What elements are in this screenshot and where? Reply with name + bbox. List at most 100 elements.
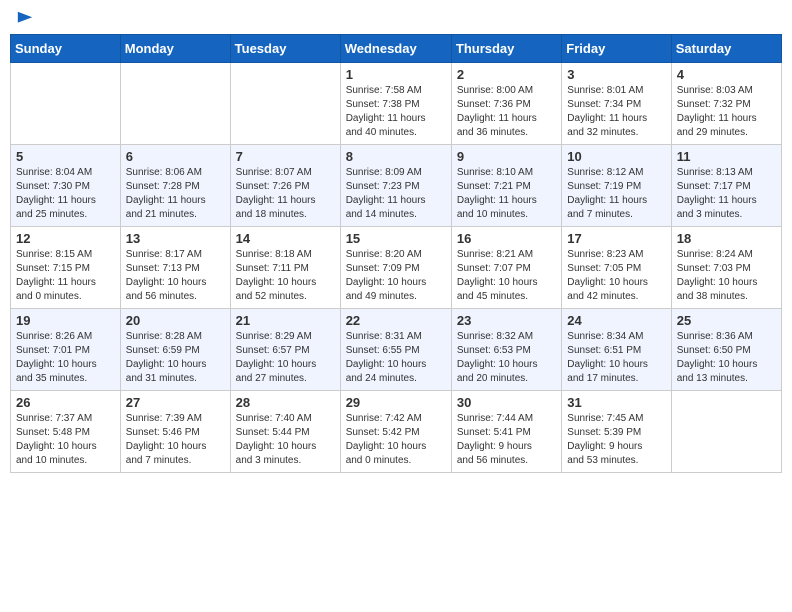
day-number: 18 bbox=[677, 231, 776, 246]
calendar-cell: 14 Sunrise: 8:18 AM Sunset: 7:11 PM Dayli… bbox=[230, 227, 340, 309]
day-number: 7 bbox=[236, 149, 335, 164]
calendar-cell: 23 Sunrise: 8:32 AM Sunset: 6:53 PM Dayli… bbox=[451, 309, 561, 391]
day-number: 28 bbox=[236, 395, 335, 410]
calendar-cell: 21 Sunrise: 8:29 AM Sunset: 6:57 PM Dayli… bbox=[230, 309, 340, 391]
calendar-cell: 9 Sunrise: 8:10 AM Sunset: 7:21 PM Daylig… bbox=[451, 145, 561, 227]
calendar-cell: 4 Sunrise: 8:03 AM Sunset: 7:32 PM Daylig… bbox=[671, 63, 781, 145]
day-number: 30 bbox=[457, 395, 556, 410]
logo bbox=[14, 10, 34, 26]
day-info: Sunrise: 7:39 AM Sunset: 5:46 PM Dayligh… bbox=[126, 412, 225, 468]
day-info: Sunrise: 7:58 AM Sunset: 7:38 PM Dayligh… bbox=[346, 84, 446, 140]
calendar-cell: 12 Sunrise: 8:15 AM Sunset: 7:15 PM Dayli… bbox=[11, 227, 121, 309]
day-info: Sunrise: 8:28 AM Sunset: 6:59 PM Dayligh… bbox=[126, 330, 225, 386]
day-number: 5 bbox=[16, 149, 115, 164]
calendar-cell: 26 Sunrise: 7:37 AM Sunset: 5:48 PM Dayli… bbox=[11, 391, 121, 473]
calendar-cell: 5 Sunrise: 8:04 AM Sunset: 7:30 PM Daylig… bbox=[11, 145, 121, 227]
day-info: Sunrise: 8:32 AM Sunset: 6:53 PM Dayligh… bbox=[457, 330, 556, 386]
calendar-cell: 28 Sunrise: 7:40 AM Sunset: 5:44 PM Dayli… bbox=[230, 391, 340, 473]
calendar-header-sunday: Sunday bbox=[11, 35, 121, 63]
day-info: Sunrise: 7:45 AM Sunset: 5:39 PM Dayligh… bbox=[567, 412, 665, 468]
calendar-cell: 29Sunrise: 7:42 AM Sunset: 5:42 PM Dayli… bbox=[340, 391, 451, 473]
calendar-header-friday: Friday bbox=[562, 35, 671, 63]
day-number: 24 bbox=[567, 313, 665, 328]
page-header bbox=[10, 10, 782, 26]
day-number: 26 bbox=[16, 395, 115, 410]
calendar-cell bbox=[230, 63, 340, 145]
calendar-cell bbox=[11, 63, 121, 145]
calendar-cell: 6 Sunrise: 8:06 AM Sunset: 7:28 PM Daylig… bbox=[120, 145, 230, 227]
day-info: Sunrise: 7:37 AM Sunset: 5:48 PM Dayligh… bbox=[16, 412, 115, 468]
day-number: 31 bbox=[567, 395, 665, 410]
logo-flag-icon bbox=[16, 10, 34, 28]
day-info: Sunrise: 8:15 AM Sunset: 7:15 PM Dayligh… bbox=[16, 248, 115, 304]
day-number: 17 bbox=[567, 231, 665, 246]
day-info: Sunrise: 8:20 AM Sunset: 7:09 PM Dayligh… bbox=[346, 248, 446, 304]
day-number: 3 bbox=[567, 67, 665, 82]
calendar-cell: 18Sunrise: 8:24 AM Sunset: 7:03 PM Dayli… bbox=[671, 227, 781, 309]
day-number: 27 bbox=[126, 395, 225, 410]
calendar-week-row: 12 Sunrise: 8:15 AM Sunset: 7:15 PM Dayli… bbox=[11, 227, 782, 309]
day-info: Sunrise: 8:31 AM Sunset: 6:55 PM Dayligh… bbox=[346, 330, 446, 386]
day-info: Sunrise: 8:07 AM Sunset: 7:26 PM Dayligh… bbox=[236, 166, 335, 222]
day-info: Sunrise: 8:04 AM Sunset: 7:30 PM Dayligh… bbox=[16, 166, 115, 222]
calendar-cell: 24 Sunrise: 8:34 AM Sunset: 6:51 PM Dayli… bbox=[562, 309, 671, 391]
day-number: 20 bbox=[126, 313, 225, 328]
calendar-table: SundayMondayTuesdayWednesdayThursdayFrid… bbox=[10, 34, 782, 473]
calendar-cell: 17 Sunrise: 8:23 AM Sunset: 7:05 PM Dayli… bbox=[562, 227, 671, 309]
calendar-week-row: 19 Sunrise: 8:26 AM Sunset: 7:01 PM Dayli… bbox=[11, 309, 782, 391]
day-number: 11 bbox=[677, 149, 776, 164]
calendar-week-row: 1 Sunrise: 7:58 AM Sunset: 7:38 PM Daylig… bbox=[11, 63, 782, 145]
day-number: 19 bbox=[16, 313, 115, 328]
calendar-cell: 10 Sunrise: 8:12 AM Sunset: 7:19 PM Dayli… bbox=[562, 145, 671, 227]
day-number: 23 bbox=[457, 313, 556, 328]
calendar-cell: 8Sunrise: 8:09 AM Sunset: 7:23 PM Daylig… bbox=[340, 145, 451, 227]
calendar-cell: 7 Sunrise: 8:07 AM Sunset: 7:26 PM Daylig… bbox=[230, 145, 340, 227]
calendar-week-row: 26 Sunrise: 7:37 AM Sunset: 5:48 PM Dayli… bbox=[11, 391, 782, 473]
day-number: 1 bbox=[346, 67, 446, 82]
calendar-cell: 3 Sunrise: 8:01 AM Sunset: 7:34 PM Daylig… bbox=[562, 63, 671, 145]
day-info: Sunrise: 8:18 AM Sunset: 7:11 PM Dayligh… bbox=[236, 248, 335, 304]
day-info: Sunrise: 7:40 AM Sunset: 5:44 PM Dayligh… bbox=[236, 412, 335, 468]
day-info: Sunrise: 8:03 AM Sunset: 7:32 PM Dayligh… bbox=[677, 84, 776, 140]
day-number: 2 bbox=[457, 67, 556, 82]
day-number: 9 bbox=[457, 149, 556, 164]
calendar-cell: 2 Sunrise: 8:00 AM Sunset: 7:36 PM Daylig… bbox=[451, 63, 561, 145]
day-info: Sunrise: 8:23 AM Sunset: 7:05 PM Dayligh… bbox=[567, 248, 665, 304]
day-info: Sunrise: 8:00 AM Sunset: 7:36 PM Dayligh… bbox=[457, 84, 556, 140]
calendar-cell bbox=[671, 391, 781, 473]
calendar-week-row: 5 Sunrise: 8:04 AM Sunset: 7:30 PM Daylig… bbox=[11, 145, 782, 227]
calendar-header-monday: Monday bbox=[120, 35, 230, 63]
calendar-header-tuesday: Tuesday bbox=[230, 35, 340, 63]
day-number: 15 bbox=[346, 231, 446, 246]
day-number: 21 bbox=[236, 313, 335, 328]
day-info: Sunrise: 8:34 AM Sunset: 6:51 PM Dayligh… bbox=[567, 330, 665, 386]
calendar-cell: 15 Sunrise: 8:20 AM Sunset: 7:09 PM Dayli… bbox=[340, 227, 451, 309]
calendar-cell: 25 Sunrise: 8:36 AM Sunset: 6:50 PM Dayli… bbox=[671, 309, 781, 391]
day-number: 13 bbox=[126, 231, 225, 246]
day-number: 4 bbox=[677, 67, 776, 82]
day-info: Sunrise: 8:09 AM Sunset: 7:23 PM Dayligh… bbox=[346, 166, 446, 222]
calendar-cell: 31 Sunrise: 7:45 AM Sunset: 5:39 PM Dayli… bbox=[562, 391, 671, 473]
day-info: Sunrise: 8:29 AM Sunset: 6:57 PM Dayligh… bbox=[236, 330, 335, 386]
day-info: Sunrise: 8:06 AM Sunset: 7:28 PM Dayligh… bbox=[126, 166, 225, 222]
calendar-header-wednesday: Wednesday bbox=[340, 35, 451, 63]
calendar-header-saturday: Saturday bbox=[671, 35, 781, 63]
calendar-header-row: SundayMondayTuesdayWednesdayThursdayFrid… bbox=[11, 35, 782, 63]
day-number: 14 bbox=[236, 231, 335, 246]
day-number: 16 bbox=[457, 231, 556, 246]
day-number: 22 bbox=[346, 313, 446, 328]
day-info: Sunrise: 8:21 AM Sunset: 7:07 PM Dayligh… bbox=[457, 248, 556, 304]
calendar-cell: 19 Sunrise: 8:26 AM Sunset: 7:01 PM Dayli… bbox=[11, 309, 121, 391]
day-info: Sunrise: 8:12 AM Sunset: 7:19 PM Dayligh… bbox=[567, 166, 665, 222]
day-info: Sunrise: 8:10 AM Sunset: 7:21 PM Dayligh… bbox=[457, 166, 556, 222]
calendar-header-thursday: Thursday bbox=[451, 35, 561, 63]
day-number: 10 bbox=[567, 149, 665, 164]
day-number: 25 bbox=[677, 313, 776, 328]
day-info: Sunrise: 8:01 AM Sunset: 7:34 PM Dayligh… bbox=[567, 84, 665, 140]
day-info: Sunrise: 8:26 AM Sunset: 7:01 PM Dayligh… bbox=[16, 330, 115, 386]
day-number: 6 bbox=[126, 149, 225, 164]
calendar-cell: 30Sunrise: 7:44 AM Sunset: 5:41 PM Dayli… bbox=[451, 391, 561, 473]
day-number: 12 bbox=[16, 231, 115, 246]
day-info: Sunrise: 8:36 AM Sunset: 6:50 PM Dayligh… bbox=[677, 330, 776, 386]
calendar-cell: 16 Sunrise: 8:21 AM Sunset: 7:07 PM Dayli… bbox=[451, 227, 561, 309]
